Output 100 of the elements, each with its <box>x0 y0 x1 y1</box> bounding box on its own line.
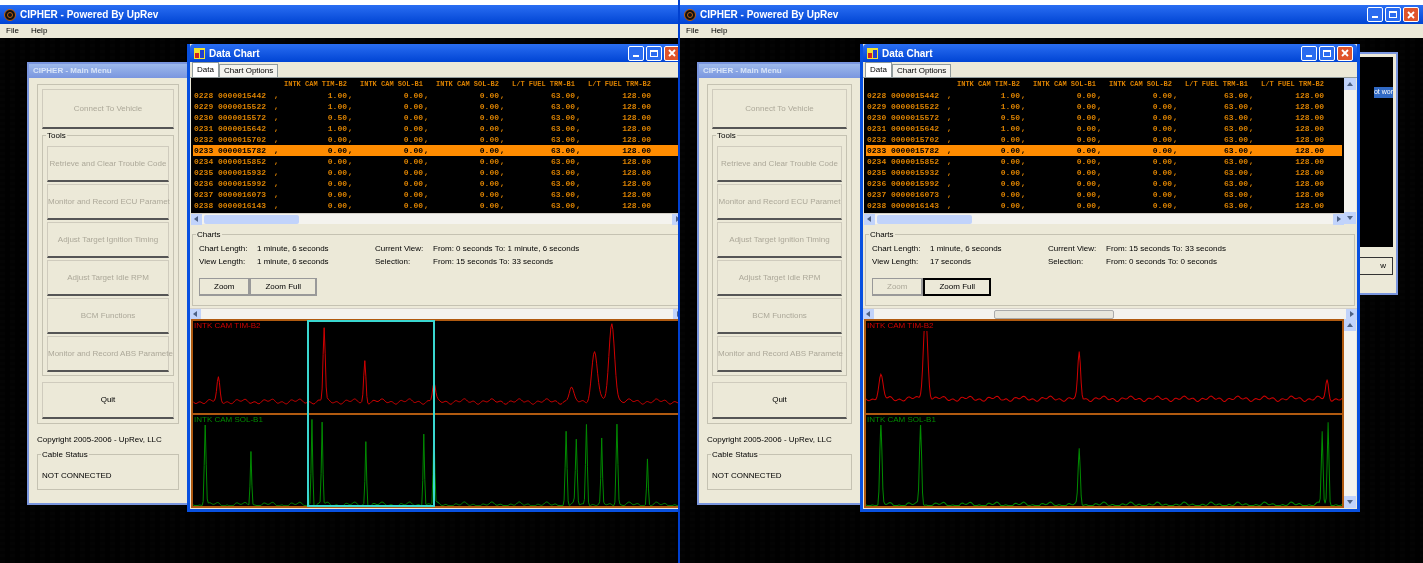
table-cell-text: , <box>347 156 354 167</box>
table-cell-text: 63.00 <box>550 156 575 167</box>
minimize-button[interactable] <box>628 45 644 61</box>
table-cell-text: 0237 <box>193 189 215 200</box>
table-cell-text: , <box>273 178 280 189</box>
table-row[interactable]: 0236 0000015992 , 0.00, 0.00, 0.00, 63.00, 128.00 <box>193 178 678 189</box>
maximize-button[interactable] <box>646 45 662 61</box>
table-row[interactable]: 0235 0000015932 , 0.00, 0.00, 0.00, 63.00, 128.00 <box>866 167 1342 178</box>
table-cell-text: , <box>1096 123 1103 134</box>
table-cell-text: 63.00 <box>550 112 575 123</box>
maximize-button[interactable] <box>1319 45 1335 61</box>
table-cell-text: 0.00 <box>478 178 499 189</box>
menu-button[interactable]: Quit <box>42 382 174 419</box>
table-cell-text: , <box>1020 156 1027 167</box>
table-cell-text: , <box>1248 145 1255 156</box>
close-button[interactable] <box>1403 7 1419 22</box>
close-button[interactable] <box>664 45 678 61</box>
strip-label: INTK CAM SOL-B1 <box>867 414 936 425</box>
table-cell-text: 0.00 <box>1151 167 1172 178</box>
table-cell-text: 63.00 <box>1223 178 1248 189</box>
table-cell-text: 0.00 <box>1151 134 1172 145</box>
table-row[interactable]: 0235 0000015932 , 0.00, 0.00, 0.00, 63.00, 128.00 <box>193 167 678 178</box>
info-label: Chart Length: <box>872 243 922 255</box>
table-cell-text: , <box>575 134 582 145</box>
table-cell-text: , <box>273 134 280 145</box>
table-cell-text: 128.00 <box>1294 123 1324 134</box>
menu-button[interactable]: Quit <box>712 382 847 419</box>
table-row[interactable]: 0228 0000015442 , 1.00, 0.00, 0.00, 63.00, 128.00 <box>193 90 678 101</box>
table-cell-text: , <box>499 90 506 101</box>
tab[interactable]: Data <box>865 62 892 77</box>
table-cell-text: 63.00 <box>550 200 575 211</box>
table-cell-text: 0.00 <box>1075 123 1096 134</box>
menu-item[interactable]: Help <box>708 25 730 37</box>
table-cell-text: 0231 <box>193 123 215 134</box>
table-cell-text: 63.00 <box>550 189 575 200</box>
table-cell-text: , <box>499 156 506 167</box>
app-logo-icon <box>4 8 16 21</box>
table-row[interactable]: 0234 0000015852 , 0.00, 0.00, 0.00, 63.00, 128.00 <box>193 156 678 167</box>
table-cell-text: 63.00 <box>1223 101 1248 112</box>
zoom-button[interactable]: Zoom <box>199 278 251 296</box>
table-row[interactable]: 0238 0000016143 , 0.00, 0.00, 0.00, 63.00, 128.00 <box>193 200 678 211</box>
table-cell-text: , <box>575 123 582 134</box>
table-cell-text: , <box>946 167 953 178</box>
zoom-button[interactable]: Zoom Full <box>923 278 991 296</box>
info-label: Chart Length: <box>199 243 249 255</box>
table-cell-text: , <box>946 156 953 167</box>
chart-area[interactable]: INTK CAM TIM-B2 INTK CAM SOL-B1 <box>191 319 678 508</box>
maximize-button[interactable] <box>1385 7 1401 22</box>
table-cell-text: , <box>575 200 582 211</box>
table-row[interactable]: 0233 0000015782 , 0.00, 0.00, 0.00, 63.00, 128.00 <box>866 145 1342 156</box>
table-cell-text: , <box>347 112 354 123</box>
table-cell-text: 0228 <box>866 90 888 101</box>
table-row[interactable]: 0238 0000016143 , 0.00, 0.00, 0.00, 63.00, 128.00 <box>866 200 1342 211</box>
scrollbar[interactable] <box>863 308 1357 319</box>
scrollbar[interactable] <box>1344 78 1356 224</box>
info-value: From: 0 seconds To: 0 seconds <box>1106 256 1219 268</box>
table-cell-text: , <box>347 145 354 156</box>
table-cell-text: , <box>1020 200 1027 211</box>
tab[interactable]: Chart Options <box>891 64 952 77</box>
table-row[interactable]: 0233 0000015782 , 0.00, 0.00, 0.00, 63.00, 128.00 <box>193 145 678 156</box>
table-cell-text: 0229 <box>866 101 888 112</box>
table-cell-text: , <box>1020 134 1027 145</box>
table-row[interactable]: 0228 0000015442 , 1.00, 0.00, 0.00, 63.00, 128.00 <box>866 90 1342 101</box>
table-row[interactable]: 0237 0000016073 , 0.00, 0.00, 0.00, 63.00, 128.00 <box>193 189 678 200</box>
table-row[interactable]: 0229 0000015522 , 1.00, 0.00, 0.00, 63.00, 128.00 <box>866 101 1342 112</box>
minimize-icon <box>1306 54 1312 57</box>
scrollbar[interactable] <box>864 213 1344 224</box>
table-row[interactable]: 0229 0000015522 , 1.00, 0.00, 0.00, 63.00, 128.00 <box>193 101 678 112</box>
minimize-button[interactable] <box>1301 45 1317 61</box>
table-cell-text: 128.00 <box>621 189 651 200</box>
table-cell-text: , <box>499 167 506 178</box>
minimize-button[interactable] <box>1367 7 1383 22</box>
table-row[interactable]: 0230 0000015572 , 0.50, 0.00, 0.00, 63.00, 128.00 <box>193 112 678 123</box>
table-cell-text: , <box>347 167 354 178</box>
table-row[interactable]: 0231 0000015642 , 1.00, 0.00, 0.00, 63.00, 128.00 <box>193 123 678 134</box>
table-row[interactable]: 0237 0000016073 , 0.00, 0.00, 0.00, 63.00, 128.00 <box>866 189 1342 200</box>
close-button[interactable] <box>1337 45 1353 61</box>
menu-item[interactable]: File <box>4 25 21 37</box>
chart-area[interactable]: INTK CAM TIM-B2 INTK CAM SOL-B1 <box>864 319 1344 508</box>
scrollbar[interactable] <box>1344 319 1356 508</box>
scrollbar[interactable] <box>191 213 678 224</box>
scroll-left-icon <box>191 213 202 225</box>
table-row[interactable]: 0230 0000015572 , 0.50, 0.00, 0.00, 63.00, 128.00 <box>866 112 1342 123</box>
table-cell-text: , <box>499 178 506 189</box>
zoom-button[interactable]: Zoom Full <box>250 278 317 296</box>
menu-item[interactable]: File <box>684 25 701 37</box>
table-cell-text: 0.00 <box>402 145 423 156</box>
table-row[interactable]: 0231 0000015642 , 1.00, 0.00, 0.00, 63.00, 128.00 <box>866 123 1342 134</box>
tab[interactable]: Data <box>192 62 219 77</box>
scrollbar[interactable] <box>190 308 678 319</box>
selection-rectangle[interactable] <box>307 320 435 507</box>
tab[interactable]: Chart Options <box>218 64 279 77</box>
table-row[interactable]: 0236 0000015992 , 0.00, 0.00, 0.00, 63.00, 128.00 <box>866 178 1342 189</box>
table-cell-text: 128.00 <box>621 178 651 189</box>
table-row[interactable]: 0232 0000015702 , 0.00, 0.00, 0.00, 63.00, 128.00 <box>193 134 678 145</box>
table-row[interactable]: 0232 0000015702 , 0.00, 0.00, 0.00, 63.00, 128.00 <box>866 134 1342 145</box>
table-row[interactable]: 0234 0000015852 , 0.00, 0.00, 0.00, 63.00, 128.00 <box>866 156 1342 167</box>
table-cell-text: 0.00 <box>402 123 423 134</box>
table-cell-text: , <box>946 134 953 145</box>
menu-item[interactable]: Help <box>28 25 50 37</box>
